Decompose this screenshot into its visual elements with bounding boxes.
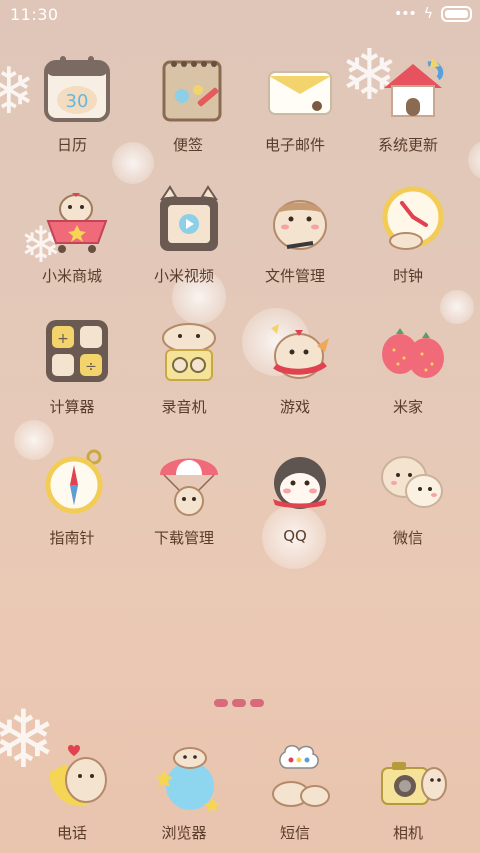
svg-text:30: 30 — [66, 91, 89, 112]
qq-icon — [273, 457, 327, 509]
system-update-icon — [384, 58, 444, 117]
app-label: 录音机 — [161, 398, 207, 416]
app-wechat[interactable]: 微信 — [348, 435, 468, 555]
app-calculator[interactable]: + ÷ 计算器 — [12, 304, 132, 424]
file-manager-icon — [273, 200, 327, 250]
app-clock[interactable]: 时钟 — [348, 173, 468, 293]
dock-messages[interactable]: 短信 — [235, 730, 355, 850]
page-indicator[interactable] — [214, 699, 264, 707]
bubble-decoration — [468, 140, 480, 180]
app-email[interactable]: 电子邮件 — [235, 42, 355, 162]
notes-icon — [162, 60, 222, 122]
calculator-icon: + ÷ — [46, 320, 108, 382]
page-dot-active — [232, 699, 246, 707]
dock-label: 电话 — [56, 824, 87, 842]
signal-dots-icon: ••• — [393, 6, 417, 22]
mi-video-icon — [159, 185, 219, 251]
app-file-manager[interactable]: 文件管理 — [235, 173, 355, 293]
download-manager-icon — [160, 458, 218, 516]
app-label: 米家 — [392, 398, 423, 416]
status-bar: 11:30 ••• ϟ — [0, 0, 480, 30]
app-label: 小米视频 — [153, 267, 214, 285]
app-mi-video[interactable]: 小米视频 — [124, 173, 244, 293]
mi-store-icon — [46, 193, 108, 253]
app-label: 电子邮件 — [264, 136, 325, 154]
phone-icon — [49, 745, 107, 807]
dock-label: 相机 — [392, 824, 423, 842]
dock-phone[interactable]: 电话 — [12, 730, 132, 850]
app-label: 文件管理 — [264, 267, 325, 285]
browser-icon — [155, 747, 220, 812]
status-time: 11:30 — [10, 5, 59, 24]
app-game[interactable]: 游戏 — [235, 304, 355, 424]
messages-icon — [272, 745, 330, 807]
app-label: 时钟 — [392, 267, 423, 285]
app-mi-home[interactable]: 米家 — [348, 304, 468, 424]
app-label: 日历 — [56, 136, 87, 154]
app-compass[interactable]: 指南针 — [12, 435, 132, 555]
dock-label: 短信 — [279, 824, 310, 842]
app-label: 指南针 — [49, 529, 95, 547]
wechat-icon — [381, 456, 443, 508]
app-label: QQ — [283, 527, 307, 545]
app-mi-store[interactable]: 小米商城 — [12, 173, 132, 293]
dock-label: 浏览器 — [161, 824, 207, 842]
app-label: 小米商城 — [41, 267, 102, 285]
app-label: 系统更新 — [377, 136, 438, 154]
email-icon — [268, 71, 332, 115]
svg-text:+: + — [57, 331, 69, 347]
page-dot — [214, 699, 228, 707]
svg-text:÷: ÷ — [85, 359, 97, 375]
clock-icon — [382, 186, 444, 250]
app-calendar[interactable]: 30 日历 — [12, 42, 132, 162]
app-label: 便签 — [172, 136, 203, 154]
app-label: 下载管理 — [153, 529, 214, 547]
camera-icon — [381, 762, 447, 805]
charging-bolt-icon: ϟ — [423, 6, 433, 22]
compass-icon — [45, 449, 103, 514]
mi-home-icon — [382, 328, 444, 378]
app-download-manager[interactable]: 下载管理 — [124, 435, 244, 555]
calendar-icon: 30 — [44, 56, 110, 122]
battery-icon — [441, 6, 472, 22]
dock-camera[interactable]: 相机 — [348, 730, 468, 850]
app-label: 微信 — [392, 529, 423, 547]
home-screen: ❄ ❄ ❄ ❄ 11:30 ••• ϟ 30 日历 便签 电子邮件 系统更新 小… — [0, 0, 480, 853]
app-system-update[interactable]: 系统更新 — [348, 42, 468, 162]
dock-browser[interactable]: 浏览器 — [124, 730, 244, 850]
app-label: 计算器 — [49, 398, 95, 416]
app-recorder[interactable]: 录音机 — [124, 304, 244, 424]
app-notes[interactable]: 便签 — [128, 42, 248, 162]
recorder-icon — [162, 323, 216, 381]
app-label: 游戏 — [279, 398, 310, 416]
app-qq[interactable]: QQ — [235, 435, 355, 555]
game-icon — [271, 324, 329, 379]
page-dot — [250, 699, 264, 707]
